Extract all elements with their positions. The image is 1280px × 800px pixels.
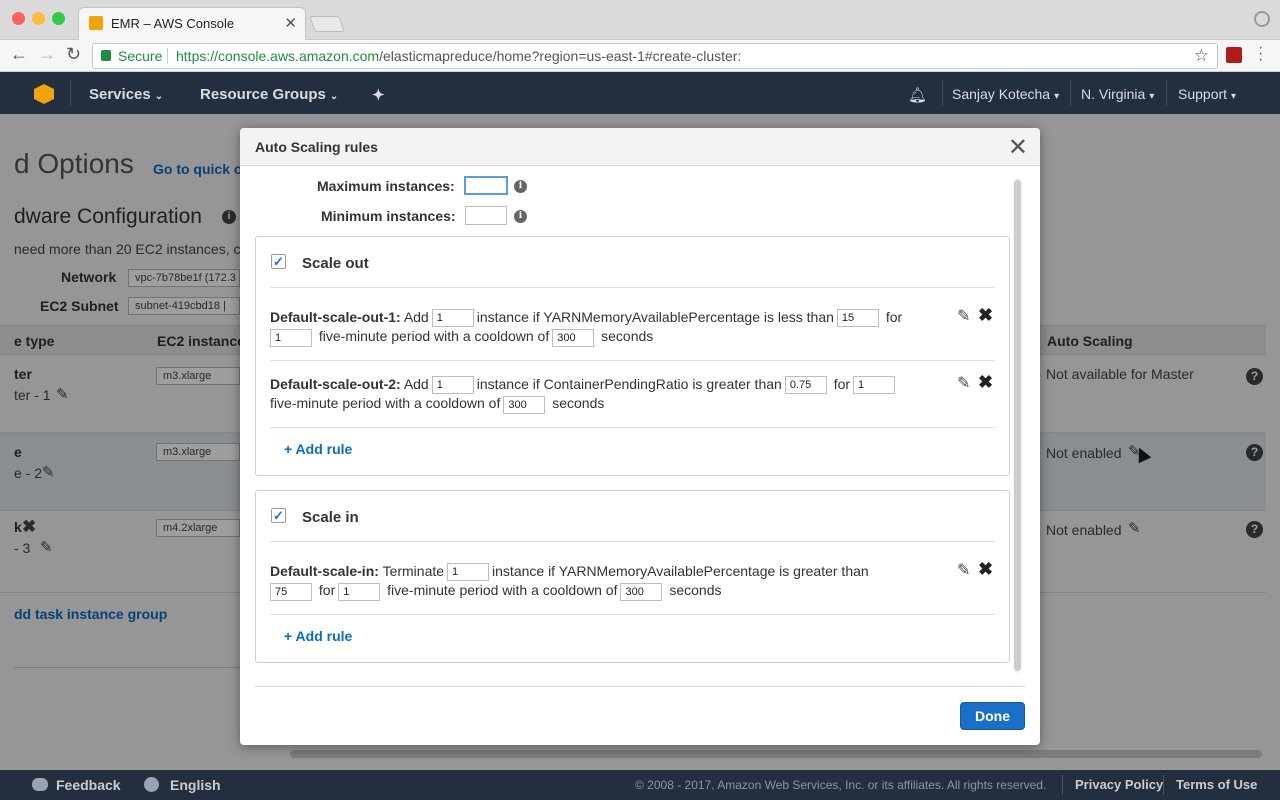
add-scale-in-rule-button[interactable]: + Add rule (284, 628, 352, 644)
rule-count-input[interactable]: 1 (431, 309, 474, 328)
auto-scaling-rules-dialog: Auto Scaling rules ✕ Maximum instances: … (240, 128, 1040, 745)
close-window-button[interactable] (12, 12, 25, 25)
rule-periods-input[interactable]: 1 (853, 376, 896, 395)
info-icon[interactable]: i (514, 210, 527, 223)
rule-count-input[interactable]: 1 (447, 563, 490, 582)
edit-rule-pencil-icon[interactable]: ✎ (957, 560, 970, 580)
scale-out-checkbox[interactable]: ✓ (271, 254, 286, 269)
chevron-down-icon: ⌄ (154, 91, 164, 102)
rule-cooldown-input[interactable]: 300 (552, 328, 595, 347)
scale-out-title: Scale out (302, 255, 369, 272)
rule-threshold-input[interactable]: 0.75 (784, 376, 827, 395)
region-menu[interactable]: N. Virginia ▾ (1081, 86, 1154, 102)
browser-toolbar: ← → ↻ Secure https://console.aws.amazon.… (0, 40, 1280, 72)
edit-rule-pencil-icon[interactable]: ✎ (957, 306, 970, 326)
services-menu[interactable]: Services ⌄ (89, 86, 163, 103)
copyright-text: © 2008 - 2017, Amazon Web Services, Inc.… (635, 778, 1047, 792)
bell-icon[interactable]: 🔔︎ (908, 86, 927, 104)
minimum-instances-input[interactable] (465, 206, 507, 225)
maximize-window-button[interactable] (52, 12, 65, 25)
scale-in-checkbox[interactable]: ✓ (271, 508, 286, 523)
maximum-instances-label: Maximum instances: (317, 178, 455, 194)
dialog-title: Auto Scaling rules (255, 139, 378, 155)
resource-groups-menu[interactable]: Resource Groups ⌄ (200, 86, 338, 103)
user-menu[interactable]: Sanjay Kotecha ▾ (952, 86, 1059, 102)
browser-tab[interactable]: EMR – AWS Console ✕ (78, 7, 306, 40)
edit-rule-pencil-icon[interactable]: ✎ (957, 373, 970, 393)
profile-icon[interactable] (1254, 11, 1270, 27)
tab-title: EMR – AWS Console (111, 16, 235, 31)
language-selector[interactable]: English (170, 777, 221, 793)
reload-icon[interactable]: ↻ (66, 44, 81, 65)
scale-in-title: Scale in (302, 509, 359, 526)
aws-header: Services ⌄ Resource Groups ⌄ ✦ 🔔︎ Sanjay K… (0, 72, 1280, 114)
rule-periods-input[interactable]: 1 (338, 582, 381, 601)
aws-cube-logo-icon[interactable] (34, 84, 54, 104)
delete-rule-icon[interactable]: ✖ (978, 305, 993, 326)
lock-icon (101, 50, 111, 61)
scale-out-rule-2: Default-scale-out-2: Add 1 instance if Con… (270, 375, 950, 414)
delete-rule-icon[interactable]: ✖ (978, 372, 993, 393)
dialog-header: Auto Scaling rules ✕ (240, 128, 1040, 166)
minimize-window-button[interactable] (32, 12, 45, 25)
rule-cooldown-input[interactable]: 300 (620, 582, 663, 601)
aws-footer: Feedback English © 2008 - 2017, Amazon W… (0, 770, 1280, 800)
feedback-link[interactable]: Feedback (56, 777, 121, 793)
new-tab-button[interactable] (309, 16, 345, 32)
rule-count-input[interactable]: 1 (431, 376, 474, 395)
secure-label: Secure (118, 48, 163, 64)
delete-rule-icon[interactable]: ✖ (978, 559, 993, 580)
aws-favicon-icon (89, 16, 103, 30)
scale-out-panel: ✓ Scale out Default-scale-out-1: Add 1 ins… (255, 236, 1010, 476)
add-scale-out-rule-button[interactable]: + Add rule (284, 441, 352, 457)
scale-in-rule: Default-scale-in: Terminate 1 instance if … (270, 562, 950, 601)
privacy-policy-link[interactable]: Privacy Policy (1075, 777, 1163, 792)
scale-out-rule-1: Default-scale-out-1: Add 1 instance if YAR… (270, 308, 950, 347)
info-icon[interactable]: i (514, 180, 527, 193)
browser-menu-icon[interactable]: · · · (1258, 40, 1263, 68)
browser-tab-bar: EMR – AWS Console ✕ (0, 0, 1280, 40)
rule-cooldown-input[interactable]: 300 (503, 395, 546, 414)
rule-periods-input[interactable]: 1 (270, 328, 312, 347)
rule-threshold-input[interactable]: 15 (836, 309, 879, 328)
minimum-instances-label: Minimum instances: (321, 208, 456, 224)
maximum-instances-input[interactable] (464, 176, 508, 195)
rule-threshold-input[interactable]: 75 (270, 582, 312, 601)
close-tab-icon[interactable]: ✕ (284, 14, 297, 32)
url-text: https://console.aws.amazon.com/elasticma… (176, 48, 742, 64)
scale-in-panel: ✓ Scale in Default-scale-in: Terminate 1 i… (255, 490, 1010, 663)
address-bar[interactable]: Secure https://console.aws.amazon.com/el… (92, 43, 1218, 69)
feedback-icon (32, 778, 48, 791)
bookmark-star-icon[interactable]: ☆ (1194, 44, 1209, 68)
support-menu[interactable]: Support ▾ (1178, 86, 1236, 102)
globe-icon (144, 777, 159, 792)
close-icon[interactable]: ✕ (1008, 133, 1028, 162)
forward-arrow-icon[interactable]: → (38, 44, 56, 65)
dialog-scrollbar-thumb[interactable] (1014, 180, 1021, 671)
pin-icon[interactable]: ✦ (372, 86, 385, 104)
pdf-extension-icon[interactable] (1226, 47, 1242, 63)
chevron-down-icon: ⌄ (329, 91, 339, 102)
terms-of-use-link[interactable]: Terms of Use (1176, 777, 1257, 792)
back-arrow-icon[interactable]: ← (10, 44, 28, 65)
done-button[interactable]: Done (960, 702, 1025, 730)
